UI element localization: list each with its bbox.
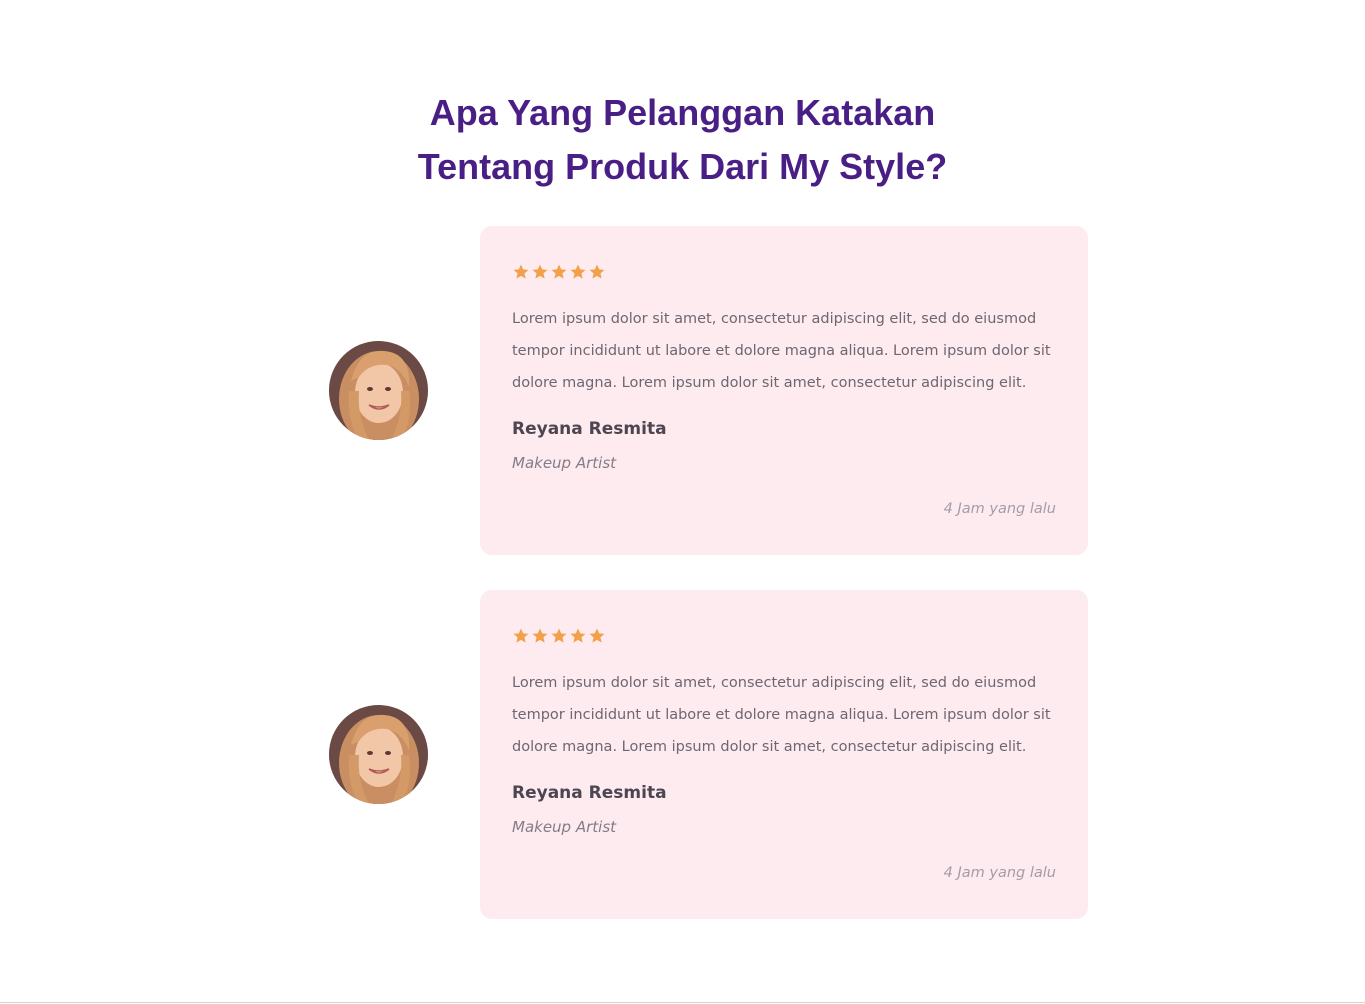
star-icon: [551, 628, 567, 643]
timestamp: 4 Jam yang lalu: [943, 501, 1056, 517]
author-role: Makeup Artist: [512, 818, 617, 836]
star-icon: [570, 628, 586, 643]
section-title-line-2: Tentang Produk Dari My Style?: [417, 146, 948, 187]
author-role: Makeup Artist: [512, 454, 617, 472]
avatar-photo: [329, 341, 428, 440]
avatar-photo: [329, 705, 428, 804]
author-name: Reyana Resmita: [512, 419, 667, 439]
testimonial-item: Lorem ipsum dolor sit amet, consectetur …: [0, 590, 1365, 920]
star-icon: [570, 264, 586, 279]
timestamp: 4 Jam yang lalu: [943, 865, 1056, 881]
author-name: Reyana Resmita: [512, 783, 667, 803]
star-icon: [513, 628, 529, 643]
star-rating: [512, 627, 606, 645]
testimonials-page: Apa Yang Pelanggan Katakan Tentang Produ…: [0, 0, 1365, 1004]
testimonial-card: Lorem ipsum dolor sit amet, consectetur …: [480, 226, 1088, 555]
star-rating: [512, 263, 606, 281]
star-icon: [532, 264, 548, 279]
testimonial-quote: Lorem ipsum dolor sit amet, consectetur …: [512, 675, 1051, 755]
testimonial-card: Lorem ipsum dolor sit amet, consectetur …: [480, 590, 1088, 919]
avatar: [329, 705, 428, 804]
testimonial-quote: Lorem ipsum dolor sit amet, consectetur …: [512, 311, 1051, 391]
section-title-line-1: Apa Yang Pelanggan Katakan: [429, 92, 936, 133]
star-icon: [551, 264, 567, 279]
footer-divider: [0, 1002, 1365, 1003]
section-title: Apa Yang Pelanggan Katakan Tentang Produ…: [0, 86, 1365, 194]
star-icon: [589, 628, 605, 643]
testimonial-item: Lorem ipsum dolor sit amet, consectetur …: [0, 226, 1365, 556]
star-icon: [532, 628, 548, 643]
avatar: [329, 341, 428, 440]
star-icon: [513, 264, 529, 279]
star-icon: [589, 264, 605, 279]
